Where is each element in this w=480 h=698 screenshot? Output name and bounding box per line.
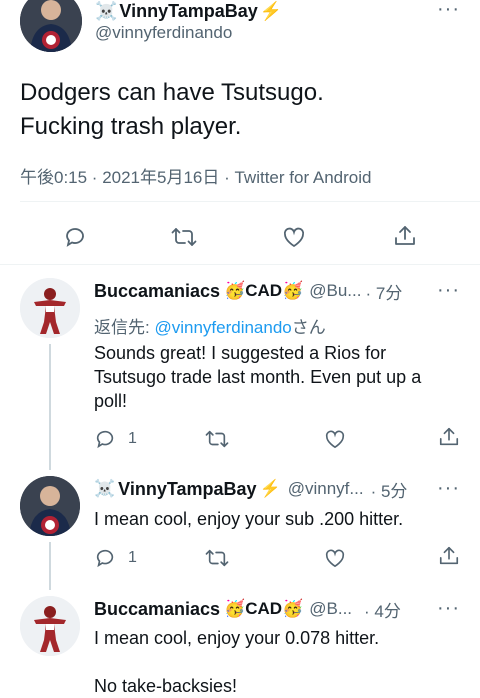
reply-author-handle[interactable]: @vinnyf... bbox=[288, 479, 364, 499]
reply-icon[interactable] bbox=[92, 545, 118, 571]
bolt-icon: ⚡ bbox=[259, 0, 283, 21]
reply-to-prefix: 返信先: bbox=[94, 318, 155, 337]
reply-more-icon[interactable]: ··· bbox=[437, 279, 460, 302]
main-tweet-text: Dodgers can have Tsutsugo. Fucking trash… bbox=[20, 76, 324, 144]
reply-author-name[interactable]: VinnyTampaBay bbox=[118, 479, 256, 500]
retweet-icon[interactable] bbox=[203, 545, 231, 571]
thread-line bbox=[49, 542, 51, 590]
divider bbox=[20, 201, 480, 202]
reply-to-suffix: さん bbox=[291, 318, 326, 337]
reply-time[interactable]: · 7分 bbox=[365, 279, 402, 304]
main-more-icon[interactable]: ··· bbox=[437, 0, 460, 21]
reply-text-line: poll! bbox=[94, 391, 128, 411]
bolt-icon: ⚡ bbox=[259, 479, 281, 498]
reply-count: 1 bbox=[128, 549, 137, 566]
share-icon[interactable] bbox=[390, 221, 420, 251]
reply-to-handle[interactable]: @vinnyferdinando bbox=[154, 318, 291, 337]
reply-more-icon[interactable]: ··· bbox=[437, 477, 460, 500]
share-icon[interactable] bbox=[436, 424, 462, 450]
reply-time[interactable]: · 5分 bbox=[371, 477, 408, 502]
skull-icon: ☠️ bbox=[95, 0, 118, 21]
main-tweet-line: Fucking trash player. bbox=[20, 113, 242, 140]
retweet-icon[interactable] bbox=[169, 222, 199, 252]
reply-author-line: Buccamaniacs 🥳CAD🥳 @B... · 4分 bbox=[94, 597, 401, 622]
main-author-name[interactable]: VinnyTampaBay bbox=[119, 1, 257, 22]
reply-author-badges: 🥳CAD🥳 bbox=[224, 599, 304, 618]
reply-author-name[interactable]: Buccamaniacs bbox=[94, 599, 220, 620]
reply-text: I mean cool, enjoy your 0.078 hitter. No… bbox=[94, 626, 379, 698]
avatar-vinny-main[interactable] bbox=[20, 0, 82, 52]
reply-text-line: I mean cool, enjoy your 0.078 hitter. bbox=[94, 628, 380, 648]
like-icon[interactable] bbox=[321, 426, 349, 452]
reply-text-line: I mean cool, enjoy your sub .200 hitter. bbox=[94, 509, 404, 529]
reply-author-line: Buccamaniacs 🥳CAD🥳 @Bu... · 7分 bbox=[94, 279, 402, 304]
thread-line bbox=[49, 344, 51, 470]
reply-time[interactable]: · 4分 bbox=[364, 597, 401, 622]
avatar-vinny-reply[interactable] bbox=[20, 476, 80, 536]
like-icon[interactable] bbox=[279, 222, 309, 252]
avatar-buccamaniacs[interactable] bbox=[20, 278, 80, 338]
reply-text-line: Sounds great! I suggested a Rios for bbox=[94, 343, 387, 363]
avatar-buccamaniacs[interactable] bbox=[20, 596, 80, 656]
like-icon[interactable] bbox=[321, 545, 349, 571]
main-tweet-meta[interactable]: 午後0:15 · 2021年5月16日 · Twitter for Androi… bbox=[20, 163, 372, 188]
reply-author-badges: 🥳CAD🥳 bbox=[224, 281, 304, 300]
main-author-line: ☠️ VinnyTampaBay ⚡ bbox=[95, 0, 282, 22]
reply-author-line: ☠️ VinnyTampaBay ⚡ @vinnyf... · 5分 bbox=[94, 477, 408, 502]
reply-text: Sounds great! I suggested a Rios for Tsu… bbox=[94, 341, 421, 413]
reply-author-handle[interactable]: @Bu... bbox=[309, 281, 361, 301]
divider bbox=[0, 264, 480, 265]
reply-author-handle[interactable]: @B... bbox=[309, 599, 352, 619]
reply-author-name[interactable]: Buccamaniacs bbox=[94, 281, 220, 302]
main-author-handle[interactable]: @vinnyferdinando bbox=[95, 23, 232, 43]
retweet-icon[interactable] bbox=[203, 426, 231, 452]
reply-more-icon[interactable]: ··· bbox=[437, 597, 460, 620]
reply-text-line: Tsutsugo trade last month. Even put up a bbox=[94, 367, 422, 387]
reply-text: I mean cool, enjoy your sub .200 hitter. bbox=[94, 507, 403, 531]
reply-text-line: No take-backsies! bbox=[94, 676, 238, 696]
main-tweet-line: Dodgers can have Tsutsugo. bbox=[20, 79, 324, 106]
reply-icon[interactable] bbox=[92, 426, 118, 452]
reply-to-line: 返信先: @vinnyferdinandoさん bbox=[94, 313, 326, 338]
share-icon[interactable] bbox=[436, 543, 462, 569]
skull-icon: ☠️ bbox=[94, 479, 116, 498]
reply-icon[interactable] bbox=[60, 222, 90, 252]
reply-count: 1 bbox=[128, 430, 137, 447]
